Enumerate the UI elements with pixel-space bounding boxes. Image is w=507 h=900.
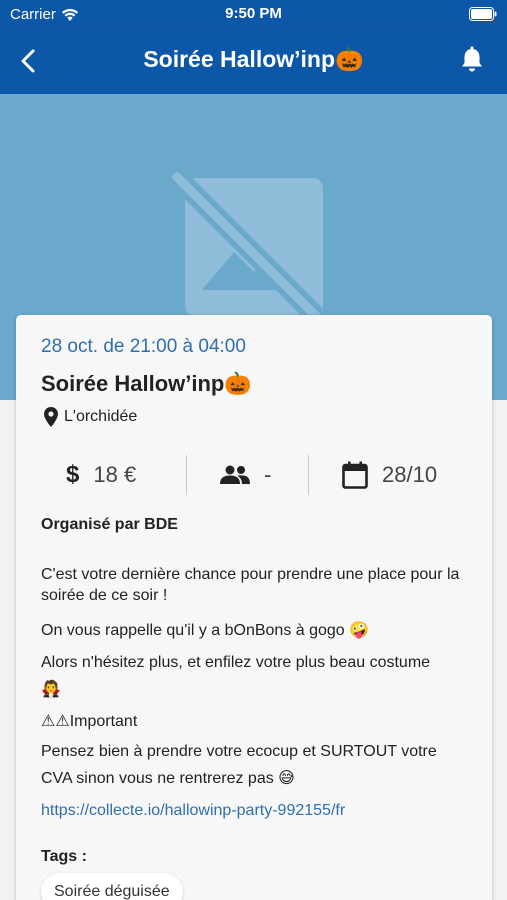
description-paragraph: On vous rappelle qu'il y a bOnBons à gog… (41, 622, 370, 639)
tags-label: Tags : (41, 848, 87, 865)
nav-title: Soirée Hallow’inp🎃 (143, 46, 364, 72)
image-off-icon (172, 172, 330, 322)
people-icon (220, 465, 250, 484)
description-paragraph: Alors n'hésitez plus, et enfilez votre p… (41, 654, 431, 698)
battery-icon (469, 7, 497, 25)
participants-stat: - (220, 453, 271, 497)
dollar-icon: $ (66, 461, 80, 488)
description-paragraph: Pensez bien à prendre votre ecocup et SU… (41, 743, 437, 787)
bell-icon (462, 46, 482, 72)
status-time: 9:50 PM (225, 5, 282, 22)
event-title: Soirée Hallow’inp🎃 (41, 371, 252, 396)
nav-bar: Soirée Hallow’inp🎃 (0, 28, 507, 94)
date-value: 28/10 (382, 462, 438, 487)
stat-divider (186, 455, 187, 495)
date-stat: 28/10 (342, 453, 437, 497)
stat-divider (308, 455, 309, 495)
price-value: 18 € (93, 462, 137, 487)
event-location: L'orchidée (44, 407, 137, 427)
event-link[interactable]: https://collecte.io/hallowinp-party-9921… (41, 800, 345, 821)
location-label: L'orchidée (64, 408, 138, 425)
description-paragraph: ⚠⚠Important (41, 713, 138, 730)
tag-chip[interactable]: Soirée déguisée (41, 873, 183, 900)
notifications-button[interactable] (459, 46, 485, 74)
participants-value: - (264, 462, 272, 487)
price-stat: $ 18 € (66, 453, 136, 497)
event-card: 28 oct. de 21:00 à 04:00 Soirée Hallow’i… (16, 315, 492, 900)
event-date: 28 oct. de 21:00 à 04:00 (41, 336, 246, 357)
calendar-icon (342, 461, 368, 489)
description-paragraph: C'est votre dernière chance pour prendre… (41, 566, 460, 604)
event-stats: $ 18 € - 28/10 (16, 453, 492, 497)
location-pin-icon (44, 407, 58, 427)
organiser-label: Organisé par BDE (41, 516, 178, 533)
status-bar: Carrier 9:50 PM (0, 0, 507, 28)
